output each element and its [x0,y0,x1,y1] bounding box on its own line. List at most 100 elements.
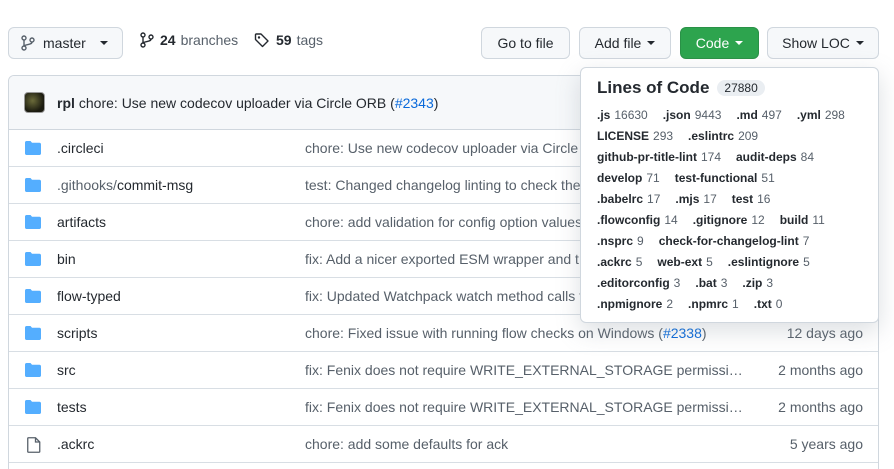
loc-extension: .nsprc [597,234,634,248]
commit-message-text: fix: Updated Watchpack watch method call… [305,288,584,304]
chevron-down-icon [647,41,656,45]
file-icon [27,437,41,456]
loc-item: .zip 3 [742,273,773,294]
folder-icon [25,252,41,269]
commit-message[interactable]: chore: Fixed issue with running flow che… [305,325,745,341]
commit-message-text: chore: Fixed issue with running flow che… [305,325,663,341]
folder-icon [25,289,41,306]
loc-count: 17 [703,192,717,206]
commit-message[interactable]: chore: Use new codecov uploader via Circ… [79,95,395,111]
loc-item: .npmrc 1 [688,294,739,315]
commit-message[interactable]: chore: add some defaults for ack [305,436,745,452]
loc-title: Lines of Code [597,78,710,97]
file-name[interactable]: artifacts [57,214,106,230]
file-name[interactable]: src [57,362,76,378]
file-name-text: bin [57,251,76,267]
commit-message-text: chore: add some defaults for ack [305,436,509,452]
loc-extension: .flowconfig [597,213,661,227]
loc-item: .txt 0 [754,294,783,315]
commit-message-close: ) [433,94,439,111]
code-button[interactable]: Code [680,27,759,59]
file-name[interactable]: flow-typed [57,288,121,304]
loc-item: build 11 [780,210,825,231]
commit-author[interactable]: rpl [57,95,75,111]
go-to-file-button[interactable]: Go to file [481,27,570,59]
loc-extension: .npmignore [597,297,663,311]
loc-count: 84 [800,150,815,164]
add-file-button[interactable]: Add file [579,27,671,59]
chevron-down-icon [735,41,744,45]
commit-message[interactable]: fix: Fenix does not require WRITE_EXTERN… [305,399,745,415]
loc-count: 7 [802,234,810,248]
loc-count: 5 [706,255,713,269]
loc-extension: .mjs [675,192,700,206]
avatar[interactable] [24,92,45,113]
commit-message-end: ) [701,325,707,341]
file-name[interactable]: .ackrc [57,436,94,452]
table-row[interactable]: src fix: Fenix does not require WRITE_EXT… [9,352,878,389]
commit-pr-link[interactable]: #2343 [395,95,434,111]
loc-count: 71 [646,171,660,185]
commit-message-text: fix: Fenix does not require WRITE_EXTERN… [305,362,743,378]
table-row[interactable]: .ackrc chore: add some defaults for ack 5 … [9,426,878,463]
loc-extension: github-pr-title-lint [597,150,697,164]
loc-item: .gitignore 12 [693,210,765,231]
file-name[interactable]: .circleci [57,140,104,156]
file-name-prefix: .githooks/ [57,177,117,193]
loc-item: test-functional 51 [675,168,775,189]
file-name[interactable]: bin [57,251,76,267]
table-row[interactable]: tests fix: Fenix does not require WRITE_E… [9,389,878,426]
chevron-down-icon [99,41,108,45]
loc-item: develop 71 [597,168,660,189]
file-name-text: .circleci [57,140,104,156]
commit-age: 12 days ago [786,325,863,341]
show-loc-button[interactable]: Show LOC [767,27,879,59]
branch-name: master [43,35,86,51]
commit-pr-link[interactable]: #2338 [663,325,702,341]
file-name[interactable]: scripts [57,325,97,341]
loc-count: 293 [653,129,674,143]
loc-item: web-ext 5 [657,252,712,273]
branch-icon [140,32,154,48]
loc-count: 5 [635,255,643,269]
branch-selector-button[interactable]: master [8,27,123,59]
loc-count: 209 [738,129,759,143]
loc-item: .js 16630 [597,105,648,126]
loc-item: .mjs 17 [675,189,716,210]
loc-item: .yml 298 [797,105,845,126]
loc-extension: .bat [695,276,717,290]
loc-count: 1 [732,297,739,311]
tags-link[interactable]: 59 tags [254,32,323,48]
loc-item: .json 9443 [663,105,722,126]
loc-extension: .txt [753,297,772,311]
file-name-text: artifacts [57,214,107,230]
loc-extension: LICENSE [597,129,650,143]
commit-message[interactable]: fix: Fenix does not require WRITE_EXTERN… [305,362,745,378]
loc-extension: test-functional [674,171,758,185]
loc-count: 17 [647,192,661,206]
loc-extension: .gitignore [692,213,748,227]
loc-extension: web-ext [657,255,703,269]
file-name[interactable]: .githooks/commit-msg [57,177,193,193]
loc-extension: build [779,213,809,227]
loc-item: .npmignore 2 [597,294,673,315]
loc-count: 9 [637,234,644,248]
loc-extension: .ackrc [597,255,632,269]
loc-extension: .npmrc [688,297,729,311]
folder-icon [25,141,41,158]
file-name[interactable]: tests [57,399,87,415]
loc-count: 5 [803,255,810,269]
commit-message-text: test: Changed changelog linting to check… [305,177,581,193]
branches-count: 24 [160,32,176,48]
loc-item: .flowconfig 14 [597,210,678,231]
loc-item: .editorconfig 3 [597,273,680,294]
go-to-file-label: Go to file [497,35,554,51]
loc-count: 3 [766,276,774,290]
loc-count: 0 [775,297,783,311]
loc-count: 51 [761,171,775,185]
branches-link[interactable]: 24 branches [140,32,238,48]
loc-count: 16 [757,192,771,206]
folder-icon [25,178,41,195]
loc-extension: develop [597,171,643,185]
branch-icon [21,35,35,51]
